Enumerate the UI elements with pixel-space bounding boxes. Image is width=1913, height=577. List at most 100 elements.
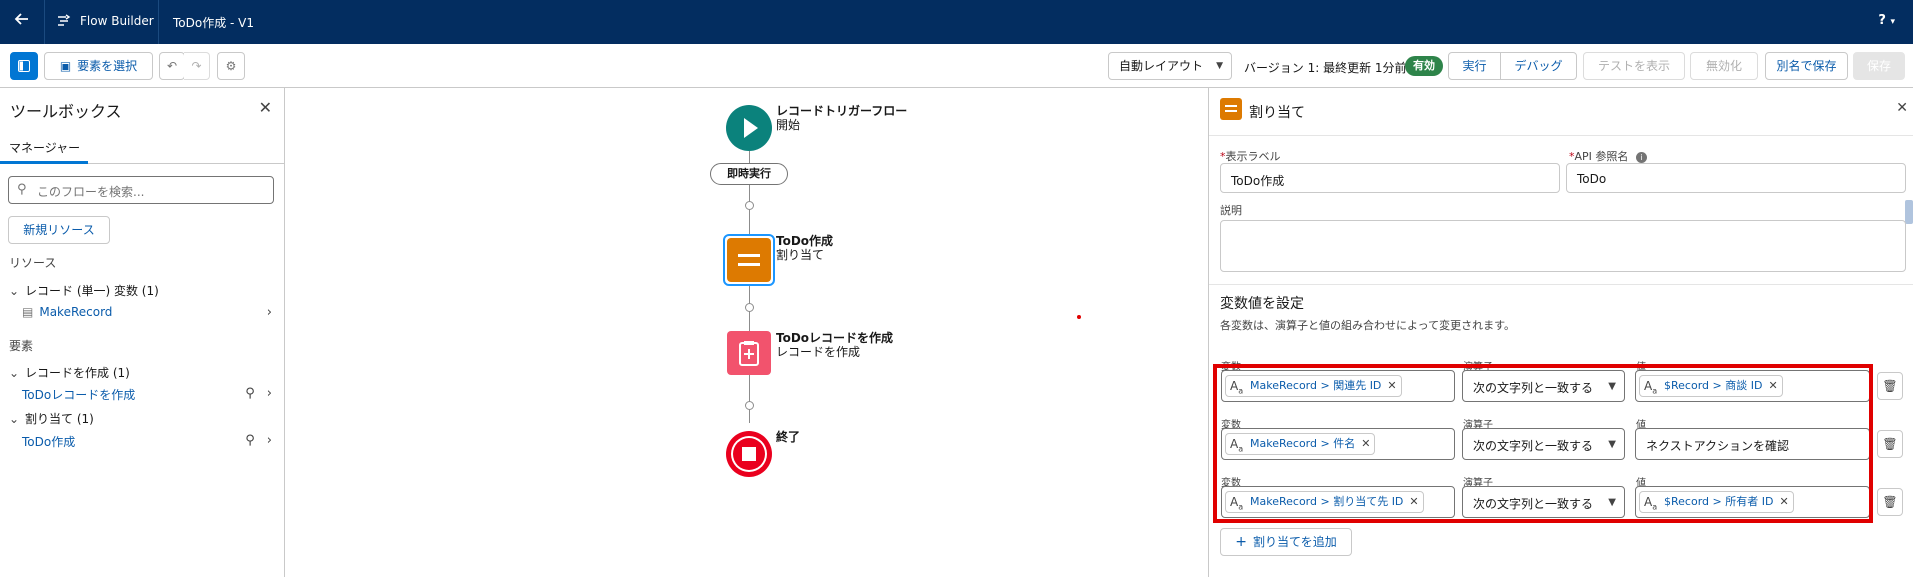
- assignment-icon: [1220, 98, 1242, 120]
- create-record-node-subtitle: レコードを作成: [776, 345, 861, 359]
- redo-button[interactable]: ↷: [184, 52, 210, 80]
- debug-button[interactable]: デバッグ: [1500, 52, 1577, 80]
- start-node-subtitle: 開始: [776, 118, 801, 132]
- label-caption: *表示ラベル: [1220, 150, 1281, 163]
- description-field[interactable]: [1220, 220, 1906, 272]
- select-elements-label: 要素を選択: [77, 59, 138, 73]
- status-badge: 有効: [1405, 56, 1443, 76]
- delete-row-button[interactable]: 🗑: [1877, 488, 1903, 516]
- chevron-down-icon: ⌄: [9, 366, 20, 380]
- redo-icon: ↷: [191, 59, 202, 73]
- header-divider: [158, 0, 159, 44]
- select-icon: ▣: [59, 59, 72, 73]
- end-node-label: 終了: [776, 430, 800, 444]
- deactivate-button[interactable]: 無効化: [1690, 52, 1758, 80]
- assignment-node-label: ToDo作成 割り当て: [776, 234, 833, 262]
- chevron-right-icon[interactable]: ›: [267, 433, 272, 448]
- toolbox-panel: ツールボックス ✕ マネージャー ⚲ このフローを検索... 新規リソース リソ…: [0, 88, 285, 577]
- assignment-group-label: 割り当て (1): [25, 412, 94, 426]
- view-tests-button[interactable]: テストを表示: [1583, 52, 1685, 80]
- layout-select[interactable]: 自動レイアウト ▼: [1108, 52, 1232, 80]
- record-variable-group-label: レコード (単一) 変数 (1): [25, 284, 159, 298]
- flow-name: ToDo作成 - V1: [173, 16, 255, 30]
- add-element-dot[interactable]: [745, 303, 754, 312]
- api-name-caption: *API 参照名 i: [1569, 148, 1647, 164]
- description-caption: 説明: [1220, 204, 1242, 217]
- scrollbar[interactable]: [1905, 200, 1913, 224]
- toolbox-tabs: マネージャー: [0, 133, 285, 164]
- run-immediately-path[interactable]: 即時実行: [710, 163, 788, 185]
- add-icon: +: [1235, 534, 1247, 550]
- save-as-button[interactable]: 別名で保存: [1765, 52, 1848, 80]
- create-records-group-label: レコードを作成 (1): [25, 366, 130, 380]
- section-help: 各変数は、演算子と値の組み合わせによって変更されます。: [1220, 319, 1516, 332]
- toolbox-title: ツールボックス: [10, 102, 122, 121]
- assignment-node-subtitle: 割り当て: [776, 248, 825, 262]
- trash-icon: 🗑: [1882, 379, 1898, 393]
- play-icon: [744, 118, 758, 138]
- record-icon: ▤: [22, 305, 34, 319]
- tab-manager[interactable]: マネージャー: [0, 133, 88, 164]
- search-icon[interactable]: ⚲: [245, 433, 255, 448]
- search-placeholder: このフローを検索...: [37, 185, 145, 199]
- stop-icon: [731, 436, 767, 472]
- flow-canvas[interactable]: レコードトリガーフロー 開始 即時実行 ToDo作成 割り当て ToDoレコード…: [286, 88, 1208, 577]
- add-element-dot[interactable]: [745, 401, 754, 410]
- select-elements-button[interactable]: ▣ 要素を選択: [44, 52, 153, 80]
- cursor-dot: [1077, 315, 1081, 319]
- section-divider: [1209, 284, 1913, 285]
- search-icon: ⚲: [17, 182, 27, 197]
- add-element-dot[interactable]: [745, 201, 754, 210]
- create-record-node-label: ToDoレコードを作成 レコードを作成: [776, 331, 893, 359]
- settings-button[interactable]: ⚙: [217, 52, 245, 80]
- search-input[interactable]: ⚲ このフローを検索...: [8, 176, 274, 204]
- save-button[interactable]: 保存: [1853, 52, 1905, 80]
- trash-icon: 🗑: [1882, 495, 1898, 509]
- builder-toolbar: ▣ 要素を選択 ↶ ↷ ⚙ 自動レイアウト ▼ バージョン 1: 最終更新 1分前…: [0, 44, 1913, 88]
- header-divider: [44, 0, 45, 44]
- new-resource-button[interactable]: 新規リソース: [8, 216, 110, 244]
- back-arrow-icon[interactable]: [10, 11, 34, 33]
- layout-select-value: 自動レイアウト: [1119, 59, 1204, 73]
- api-name-caption-text: API 参照名: [1574, 150, 1629, 163]
- end-node[interactable]: [726, 431, 772, 477]
- label-field[interactable]: ToDo作成: [1220, 163, 1560, 193]
- section-title: 変数値を設定: [1220, 296, 1304, 312]
- equals-icon: [738, 254, 760, 266]
- create-records-group[interactable]: ⌄ レコードを作成 (1): [9, 364, 130, 381]
- chevron-down-icon: ⌄: [9, 284, 20, 298]
- undo-button[interactable]: ↶: [159, 52, 185, 80]
- start-node-label: レコードトリガーフロー 開始: [776, 104, 907, 132]
- run-button[interactable]: 実行: [1448, 52, 1501, 80]
- chevron-down-icon: ▾: [1890, 17, 1895, 27]
- close-icon[interactable]: ✕: [259, 98, 272, 117]
- create-record-node[interactable]: [727, 331, 771, 375]
- create-record-item[interactable]: ToDoレコードを作成: [22, 386, 135, 403]
- help-menu[interactable]: ? ▾: [1878, 13, 1895, 28]
- chevron-down-icon: ⌄: [9, 412, 20, 426]
- assignment-group[interactable]: ⌄ 割り当て (1): [9, 410, 94, 427]
- resources-heading: リソース: [9, 256, 57, 270]
- toggle-toolbox-button[interactable]: [10, 52, 38, 80]
- record-variable-item[interactable]: ▤ MakeRecord: [22, 305, 112, 319]
- delete-row-button[interactable]: 🗑: [1877, 372, 1903, 400]
- close-icon[interactable]: ✕: [1896, 100, 1908, 116]
- panel-left-icon: [18, 60, 30, 72]
- chevron-right-icon[interactable]: ›: [267, 305, 272, 320]
- assignment-item[interactable]: ToDo作成: [22, 433, 75, 450]
- chevron-right-icon[interactable]: ›: [267, 386, 272, 401]
- info-icon[interactable]: i: [1635, 152, 1647, 163]
- create-record-node-title: ToDoレコードを作成: [776, 331, 894, 345]
- gear-icon: ⚙: [225, 59, 237, 73]
- start-node[interactable]: [726, 105, 772, 151]
- add-assignment-button[interactable]: + 割り当てを追加: [1220, 528, 1352, 556]
- assignment-node[interactable]: [727, 238, 771, 282]
- label-caption-text: 表示ラベル: [1225, 150, 1281, 163]
- search-icon[interactable]: ⚲: [245, 386, 255, 401]
- record-variable-group[interactable]: ⌄ レコード (単一) 変数 (1): [9, 282, 159, 299]
- start-node-title: レコードトリガーフロー: [776, 104, 908, 118]
- version-status: バージョン 1: 最終更新 1分前: [1244, 61, 1407, 75]
- delete-row-button[interactable]: 🗑: [1877, 430, 1903, 458]
- api-name-field[interactable]: ToDo: [1566, 163, 1906, 193]
- elements-heading: 要素: [9, 339, 34, 353]
